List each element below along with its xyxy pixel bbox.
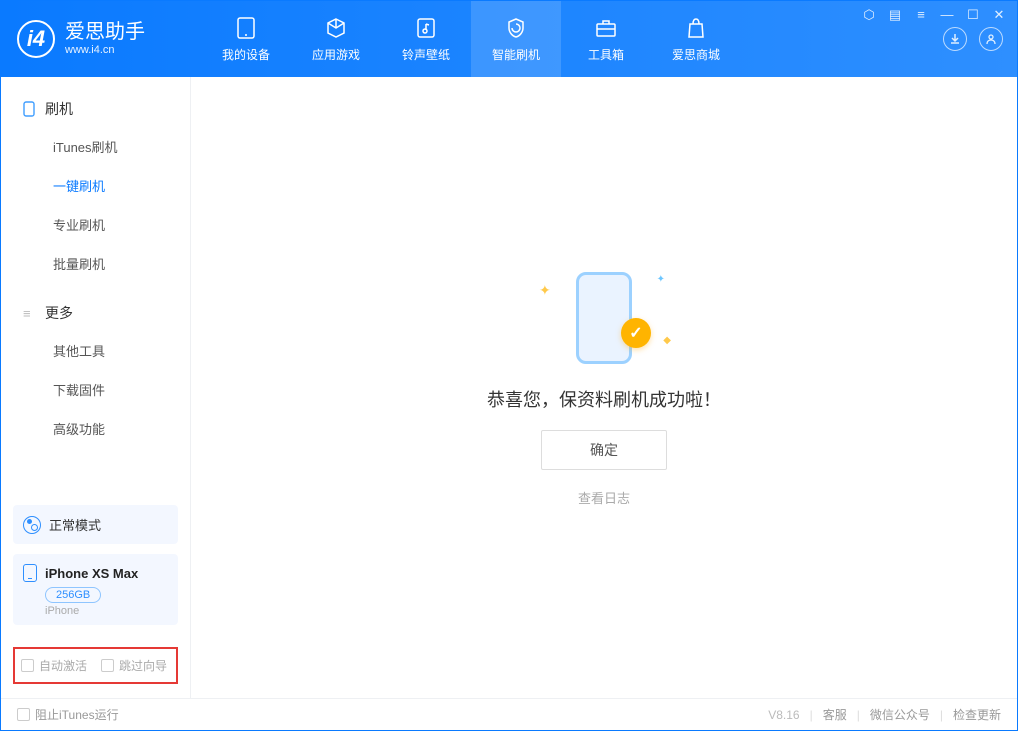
phone-icon xyxy=(23,101,37,117)
sparkle-icon: ✦ xyxy=(657,274,665,285)
sparkle-icon: ◆ xyxy=(663,335,671,346)
sidebar-item-itunes-flash[interactable]: iTunes刷机 xyxy=(1,127,190,166)
app-name: 爱思助手 xyxy=(65,20,145,44)
logo-area: i4 爱思助手 www.i4.cn xyxy=(1,20,201,58)
device-capacity: 256GB xyxy=(45,587,101,603)
checkbox-skip-guide[interactable]: 跳过向导 xyxy=(101,657,167,674)
checkbox-icon xyxy=(21,659,34,672)
checkbox-label: 跳过向导 xyxy=(119,657,167,674)
nav-label: 应用游戏 xyxy=(312,46,360,63)
nav-smart-flash[interactable]: 智能刷机 xyxy=(471,1,561,77)
close-button[interactable]: ✕ xyxy=(991,7,1007,23)
download-icon[interactable] xyxy=(943,27,967,51)
check-badge-icon: ✓ xyxy=(621,318,651,348)
checkbox-auto-activate[interactable]: 自动激活 xyxy=(21,657,87,674)
menu-icon[interactable]: ≡ xyxy=(913,7,929,23)
checkbox-icon xyxy=(17,708,30,721)
sidebar-group-more: ≡ 更多 xyxy=(1,295,190,331)
sidebar: 刷机 iTunes刷机 一键刷机 专业刷机 批量刷机 ≡ 更多 其他工具 下载固… xyxy=(1,77,191,698)
sidebar-group-flash: 刷机 xyxy=(1,91,190,127)
sidebar-item-batch-flash[interactable]: 批量刷机 xyxy=(1,244,190,283)
list-icon[interactable]: ▤ xyxy=(887,7,903,23)
view-log-link[interactable]: 查看日志 xyxy=(578,488,630,507)
bag-icon xyxy=(684,16,708,40)
shield-icon xyxy=(504,16,528,40)
device-icon xyxy=(234,16,258,40)
list-icon: ≡ xyxy=(23,306,37,321)
group-title: 刷机 xyxy=(45,99,73,119)
device-name: iPhone XS Max xyxy=(45,566,138,581)
sidebar-item-pro-flash[interactable]: 专业刷机 xyxy=(1,205,190,244)
app-header: ⬡ ▤ ≡ ― ☐ ✕ i4 爱思助手 www.i4.cn 我的设备 应用游戏 … xyxy=(1,1,1017,77)
nav-label: 工具箱 xyxy=(588,46,624,63)
footer-link-support[interactable]: 客服 xyxy=(823,706,847,723)
sparkle-icon: ✦ xyxy=(539,282,551,299)
minimize-button[interactable]: ― xyxy=(939,7,955,23)
mode-label: 正常模式 xyxy=(49,515,101,534)
nav-apps-games[interactable]: 应用游戏 xyxy=(291,1,381,77)
cube-icon xyxy=(324,16,348,40)
sidebar-item-other-tools[interactable]: 其他工具 xyxy=(1,331,190,370)
nav-label: 我的设备 xyxy=(222,46,270,63)
nav-store[interactable]: 爱思商城 xyxy=(651,1,741,77)
device-type: iPhone xyxy=(45,605,168,617)
sidebar-item-advanced[interactable]: 高级功能 xyxy=(1,409,190,448)
sidebar-item-download-firmware[interactable]: 下载固件 xyxy=(1,370,190,409)
device-phone-icon xyxy=(23,564,37,582)
footer-link-update[interactable]: 检查更新 xyxy=(953,706,1001,723)
version-label: V8.16 xyxy=(768,708,799,722)
checkbox-label: 自动激活 xyxy=(39,657,87,674)
mode-icon xyxy=(23,516,41,534)
nav-label: 智能刷机 xyxy=(492,46,540,63)
checkbox-block-itunes[interactable]: 阻止iTunes运行 xyxy=(17,706,119,723)
device-card[interactable]: iPhone XS Max 256GB iPhone xyxy=(13,554,178,625)
group-title: 更多 xyxy=(45,303,73,323)
maximize-button[interactable]: ☐ xyxy=(965,7,981,23)
user-icon[interactable] xyxy=(979,27,1003,51)
window-controls: ⬡ ▤ ≡ ― ☐ ✕ xyxy=(861,7,1007,23)
ok-button[interactable]: 确定 xyxy=(541,430,667,470)
checkbox-label: 阻止iTunes运行 xyxy=(35,706,119,723)
app-site: www.i4.cn xyxy=(65,44,145,57)
toolbox-icon xyxy=(594,16,618,40)
success-illustration: ✦ ✦ ◆ ✓ xyxy=(539,268,669,368)
body: 刷机 iTunes刷机 一键刷机 专业刷机 批量刷机 ≡ 更多 其他工具 下载固… xyxy=(1,77,1017,698)
footer-link-wechat[interactable]: 微信公众号 xyxy=(870,706,930,723)
nav-label: 铃声壁纸 xyxy=(402,46,450,63)
device-mode-card[interactable]: 正常模式 xyxy=(13,505,178,544)
logo-icon: i4 xyxy=(17,20,55,58)
music-file-icon xyxy=(414,16,438,40)
nav-label: 爱思商城 xyxy=(672,46,720,63)
nav-toolbox[interactable]: 工具箱 xyxy=(561,1,651,77)
phone-outline-icon xyxy=(576,272,632,364)
success-message: 恭喜您，保资料刷机成功啦！ xyxy=(487,386,721,412)
checkbox-icon xyxy=(101,659,114,672)
sidebar-item-oneclick-flash[interactable]: 一键刷机 xyxy=(1,166,190,205)
top-nav: 我的设备 应用游戏 铃声壁纸 智能刷机 工具箱 爱思商城 xyxy=(201,1,741,77)
footer: 阻止iTunes运行 V8.16 | 客服 | 微信公众号 | 检查更新 xyxy=(1,698,1017,730)
nav-my-device[interactable]: 我的设备 xyxy=(201,1,291,77)
header-right xyxy=(943,27,1003,51)
main-content: ✦ ✦ ◆ ✓ 恭喜您，保资料刷机成功啦！ 确定 查看日志 xyxy=(191,77,1017,698)
sidebar-options-highlighted: 自动激活 跳过向导 xyxy=(13,647,178,684)
nav-ringtones-wallpapers[interactable]: 铃声壁纸 xyxy=(381,1,471,77)
shirt-icon[interactable]: ⬡ xyxy=(861,7,877,23)
